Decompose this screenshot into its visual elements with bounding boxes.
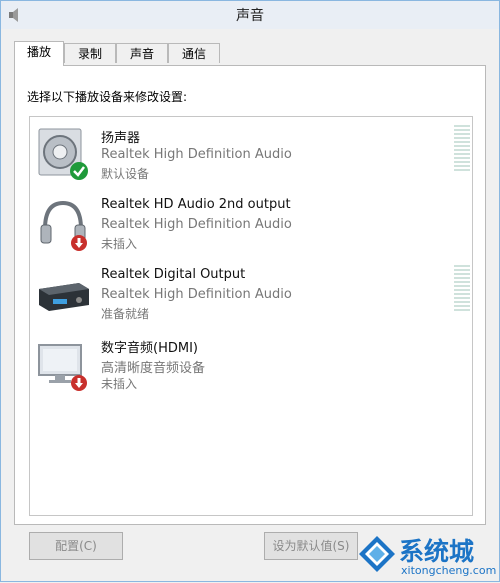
- device-description: Realtek High Definition Audio: [101, 287, 292, 302]
- window-title: 声音: [236, 8, 264, 24]
- instruction-text: 选择以下播放设备来修改设置:: [27, 90, 188, 104]
- tab-playback[interactable]: 播放: [14, 41, 64, 66]
- device-name: 扬声器: [101, 131, 141, 146]
- speaker-icon: [38, 128, 88, 180]
- tab-recording[interactable]: 录制: [64, 43, 116, 63]
- device-name: Realtek Digital Output: [101, 267, 246, 282]
- watermark-url: xitongcheng.com: [401, 564, 497, 577]
- volume-meter: [454, 265, 470, 313]
- tab-sounds[interactable]: 声音: [116, 43, 168, 63]
- set-default-button[interactable]: 设为默认值(S): [264, 532, 358, 560]
- playback-panel: 选择以下播放设备来修改设置: 扬声器 Realtek High Definiti…: [14, 65, 486, 525]
- device-status: 未插入: [101, 377, 138, 391]
- watermark: 系统城 xitongcheng.com: [353, 528, 500, 583]
- device-status: 准备就绪: [101, 307, 150, 321]
- device-item-hdmi[interactable]: 数字音频(HDMI) 高清晰度音频设备 未插入: [30, 333, 472, 401]
- device-status: 默认设备: [101, 167, 150, 181]
- device-list: 扬声器 Realtek High Definition Audio 默认设备 R…: [29, 116, 473, 516]
- device-name: 数字音频(HDMI): [101, 341, 198, 356]
- title-bar: 声音: [1, 1, 499, 29]
- device-item-speakers[interactable]: 扬声器 Realtek High Definition Audio 默认设备: [30, 123, 472, 191]
- headphones-icon: [40, 200, 87, 251]
- tab-communications[interactable]: 通信: [168, 43, 220, 63]
- device-name: Realtek HD Audio 2nd output: [101, 197, 291, 212]
- sound-dialog: 声音 播放 录制 声音 通信 选择以下播放设备来修改设置: 扬声器 Realte…: [0, 0, 500, 582]
- device-description: Realtek High Definition Audio: [101, 217, 292, 232]
- device-item-headphones[interactable]: Realtek HD Audio 2nd output Realtek High…: [30, 193, 472, 261]
- device-description: Realtek High Definition Audio: [101, 147, 292, 162]
- watermark-logo-icon: [359, 536, 395, 572]
- digital-output-icon: [39, 283, 89, 311]
- volume-meter: [454, 125, 470, 173]
- device-item-digital-output[interactable]: Realtek Digital Output Realtek High Defi…: [30, 263, 472, 331]
- device-status: 未插入: [101, 237, 138, 251]
- device-description: 高清晰度音频设备: [101, 361, 206, 376]
- default-check-icon: [70, 162, 88, 180]
- configure-button[interactable]: 配置(C): [29, 532, 123, 560]
- monitor-icon: [38, 344, 87, 391]
- watermark-brand: 系统城: [399, 537, 475, 566]
